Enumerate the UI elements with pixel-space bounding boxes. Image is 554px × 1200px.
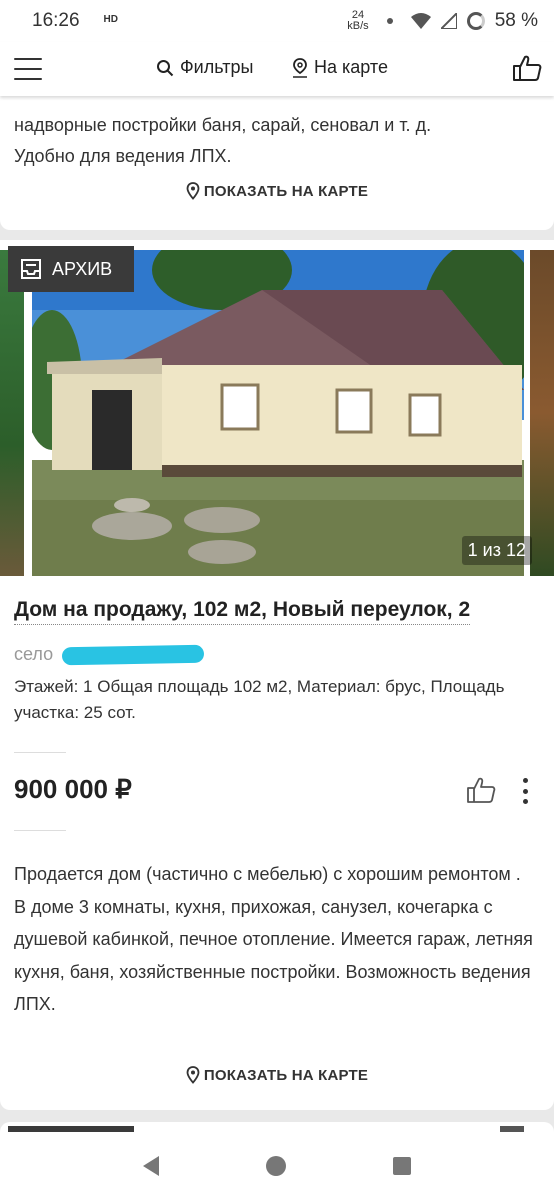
network-speed-unit: kB/s: [347, 20, 369, 32]
menu-icon[interactable]: [14, 58, 42, 80]
house-photo: [32, 250, 524, 576]
previous-listing-card: надворные постройки баня, сарай, сеновал…: [0, 96, 554, 230]
status-right: 24 kB/s 58 %: [347, 10, 538, 32]
notification-dot-icon: [386, 18, 393, 24]
map-pin-icon: [186, 1066, 200, 1084]
filters-button[interactable]: Фильтры: [156, 57, 253, 78]
listing-price: 900 000 ₽: [14, 774, 132, 804]
status-time: 16:26: [32, 10, 80, 31]
listing-locality: село: [14, 644, 54, 664]
listing-description: Продается дом (частично с мебелью) с хор…: [14, 864, 533, 1014]
archive-icon: [21, 259, 41, 279]
photo-counter: 1 из 12: [461, 536, 532, 565]
listing-title[interactable]: Дом на продажу, 102 м2, Новый переулок, …: [14, 598, 471, 625]
signal-icon: [440, 13, 457, 29]
thumb-up-icon: [467, 777, 496, 803]
previous-desc-line2: Удобно для ведения ЛПХ.: [14, 146, 232, 166]
previous-desc-line1: надворные постройки баня, сарай, сеновал…: [14, 115, 432, 135]
show-on-map-button[interactable]: ПОКАЗАТЬ НА КАРТЕ: [0, 1066, 554, 1084]
home-icon[interactable]: [265, 1156, 286, 1176]
divider: [14, 830, 66, 831]
next-photo[interactable]: [530, 250, 554, 576]
listing-params: Этажей: 1 Общая площадь 102 м2, Материал…: [14, 677, 505, 722]
system-nav-bar: [0, 1132, 554, 1200]
recents-icon[interactable]: [392, 1157, 411, 1175]
previous-listing-description: надворные постройки баня, сарай, сеновал…: [14, 110, 534, 172]
like-button[interactable]: [466, 776, 496, 809]
divider: [14, 752, 66, 753]
show-on-map-label: ПОКАЗАТЬ НА КАРТЕ: [203, 1066, 369, 1084]
search-icon: [157, 59, 174, 76]
filters-label: Фильтры: [180, 57, 254, 77]
more-options-icon[interactable]: [520, 778, 530, 804]
map-pin-icon: [186, 182, 200, 200]
wifi-icon: [410, 13, 431, 29]
listing-card[interactable]: АРХИВ 1 из 12 Дом на продажу, 102 м2, Но…: [0, 240, 554, 1110]
on-map-button[interactable]: На карте: [292, 57, 388, 78]
battery-icon: [466, 12, 485, 30]
favorites-button[interactable]: [512, 54, 542, 87]
listing-photo[interactable]: [32, 250, 524, 576]
battery-level: 58 %: [494, 10, 538, 31]
status-bar: 16:26 HD 24 kB/s 58 %: [0, 0, 554, 42]
top-app-bar: Фильтры На карте: [0, 42, 554, 96]
archive-badge: АРХИВ: [8, 246, 134, 292]
network-speed: 24 kB/s: [347, 10, 368, 32]
photo-gallery[interactable]: АРХИВ 1 из 12: [0, 240, 554, 578]
hd-indicator: HD: [103, 13, 118, 25]
show-on-map-label: ПОКАЗАТЬ НА КАРТЕ: [203, 182, 369, 200]
archive-label: АРХИВ: [52, 258, 113, 279]
back-icon[interactable]: [143, 1156, 160, 1176]
redaction-mark: [61, 644, 205, 666]
show-on-map-button[interactable]: ПОКАЗАТЬ НА КАРТЕ: [0, 182, 554, 200]
map-pin-icon: [293, 57, 307, 78]
thumb-up-icon: [513, 55, 542, 81]
on-map-label: На карте: [314, 57, 388, 77]
previous-photo[interactable]: [0, 250, 24, 576]
